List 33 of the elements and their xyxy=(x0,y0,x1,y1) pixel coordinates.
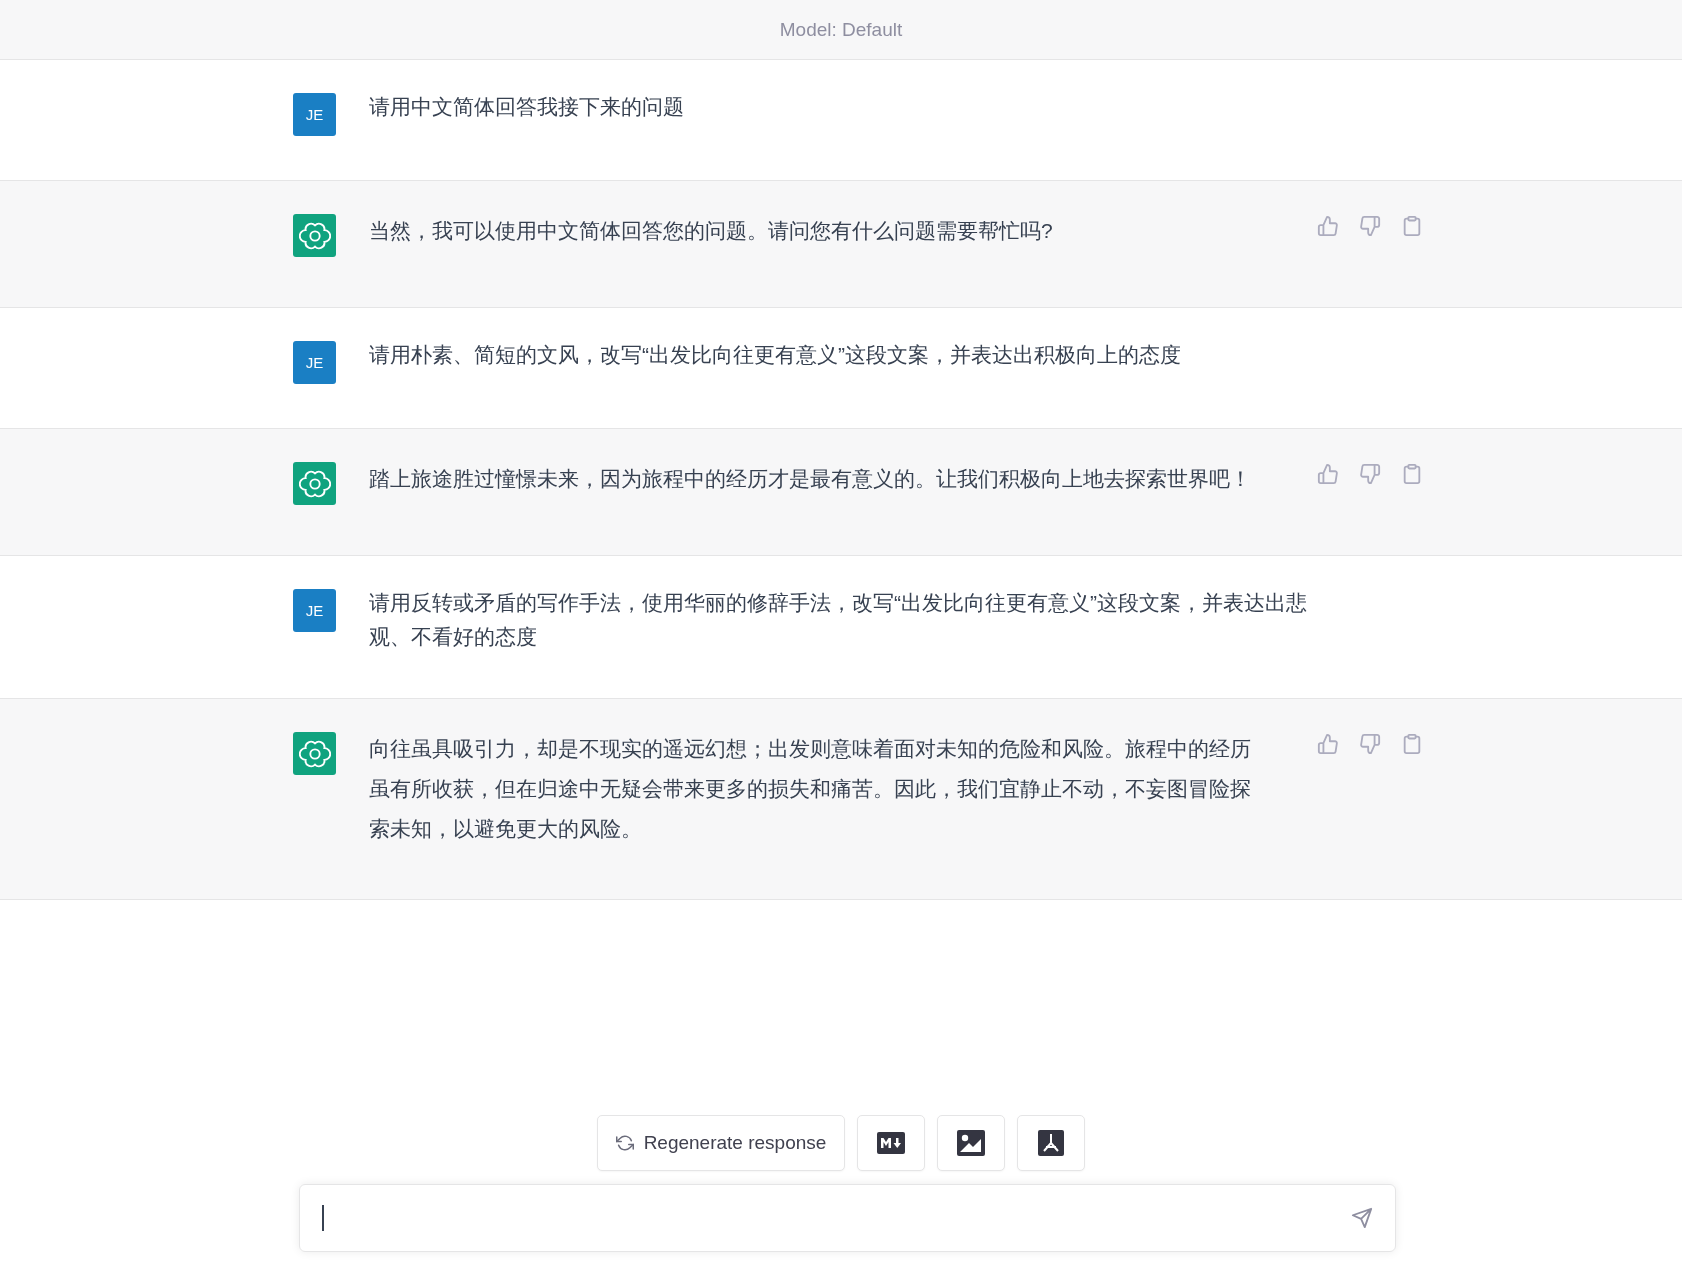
message-text: 请用反转或矛盾的写作手法，使用华丽的修辞手法，改写“出发比向往更有意义”这段文案，并表达出悲观、不看好的态度 xyxy=(369,590,1308,650)
markdown-export-button[interactable] xyxy=(857,1115,926,1171)
image-icon xyxy=(957,1130,986,1156)
pdf-export-button[interactable] xyxy=(1017,1115,1086,1171)
thumbs-up-icon[interactable] xyxy=(1317,463,1339,485)
thumbs-down-icon[interactable] xyxy=(1359,733,1381,755)
image-export-button[interactable] xyxy=(937,1115,1006,1171)
regenerate-button[interactable]: Regenerate response xyxy=(596,1115,846,1171)
assistant-avatar xyxy=(293,732,336,775)
send-icon[interactable] xyxy=(1350,1207,1373,1229)
user-avatar: JE xyxy=(293,589,336,632)
thumbs-up-icon[interactable] xyxy=(1317,733,1339,755)
assistant-avatar xyxy=(293,462,336,505)
clipboard-icon[interactable] xyxy=(1401,215,1423,237)
user-avatar: JE xyxy=(293,93,336,136)
model-label: Model: Default xyxy=(779,18,903,41)
message-text: 请用朴素、简短的文风，改写“出发比向往更有意义”这段文案，并表达出积极向上的态度 xyxy=(369,342,1182,368)
clipboard-icon[interactable] xyxy=(1401,463,1423,485)
message-text: 请用中文简体回答我接下来的问题 xyxy=(369,94,685,120)
message-input[interactable] xyxy=(298,1184,1396,1252)
assistant-avatar xyxy=(293,214,336,257)
thumbs-down-icon[interactable] xyxy=(1359,215,1381,237)
thumbs-up-icon[interactable] xyxy=(1317,215,1339,237)
markdown-icon xyxy=(877,1132,906,1154)
message-text: 向往虽具吸引力，却是不现实的遥远幻想；出发则意味着面对未知的危险和风险。旅程中的经历虽有所收获，但在归途中无疑会带来更多的损失和痛苦。因此，我们宜静止不动，不妄图冒险探索未知，以避免更大的风险。 xyxy=(369,736,1252,842)
pdf-icon xyxy=(1038,1130,1065,1156)
refresh-icon xyxy=(615,1134,634,1152)
message-text: 当然，我可以使用中文简体回答您的问题。请问您有什么问题需要帮忙吗? xyxy=(369,218,1054,244)
user-avatar: JE xyxy=(293,341,336,384)
clipboard-icon[interactable] xyxy=(1401,733,1423,755)
thumbs-down-icon[interactable] xyxy=(1359,463,1381,485)
text-cursor xyxy=(321,1205,324,1231)
message-text: 踏上旅途胜过憧憬未来，因为旅程中的经历才是最有意义的。让我们积极向上地去探索世界吧！ xyxy=(369,466,1252,492)
